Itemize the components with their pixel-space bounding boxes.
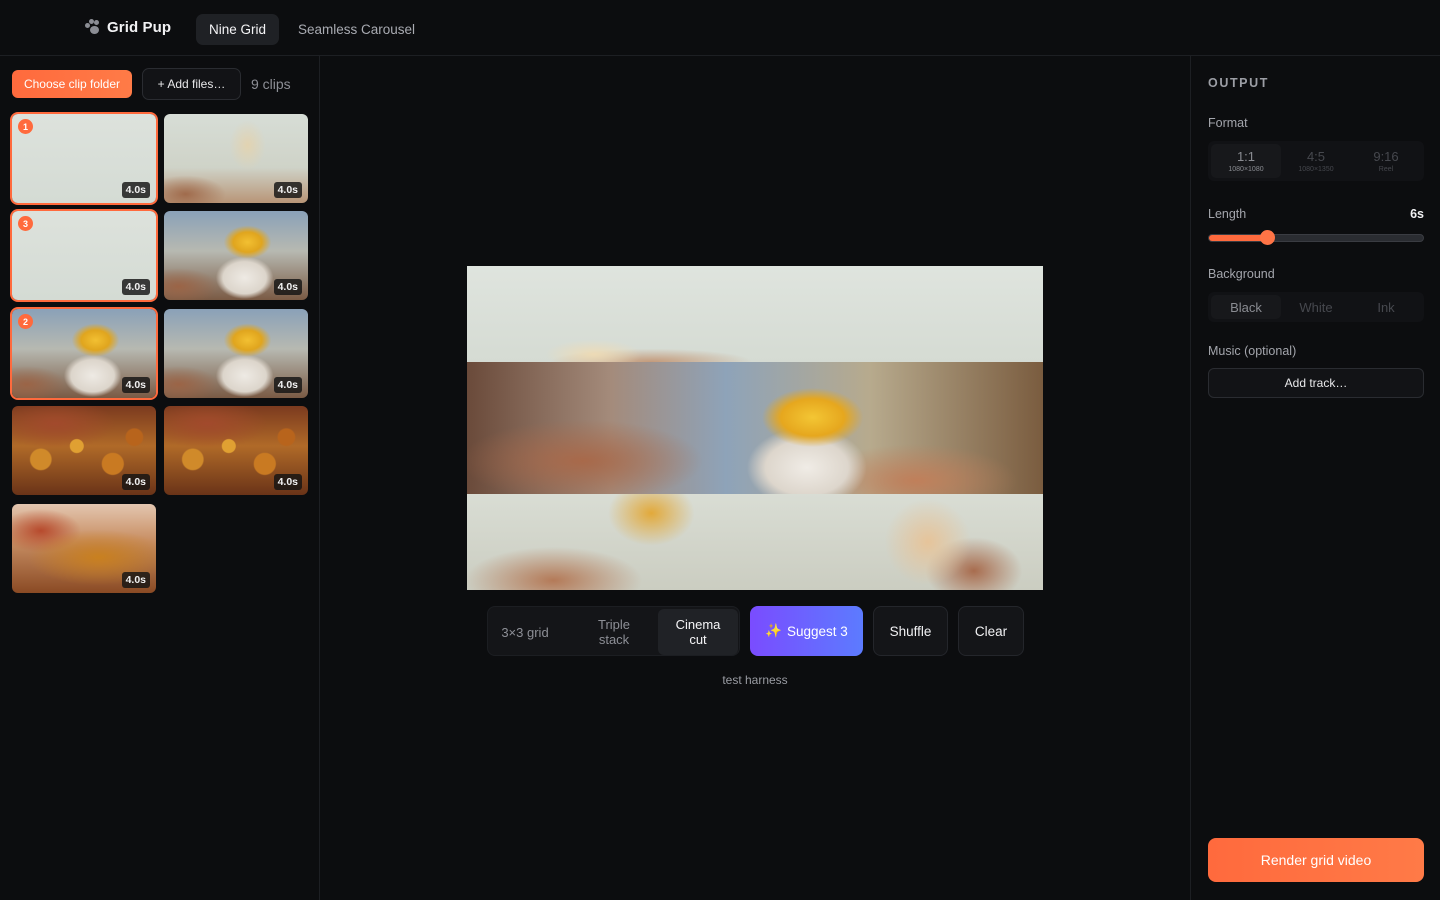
format-option-label: 9:16 (1373, 149, 1399, 164)
render-grid-video-button[interactable]: Render grid video (1208, 838, 1424, 882)
clip-order-badge: 3 (18, 216, 33, 231)
layout-3x3-grid[interactable]: 3×3 grid (490, 609, 560, 655)
clip-thumbnail[interactable]: 4.0s (164, 114, 308, 203)
brand: Grid Pup (84, 18, 171, 36)
clear-button[interactable]: Clear (958, 606, 1024, 656)
length-slider[interactable] (1208, 230, 1424, 245)
format-label: Format (1208, 116, 1248, 130)
clip-count: 9 clips (251, 76, 291, 92)
length-value: 6s (1410, 207, 1424, 221)
length-slider-thumb[interactable] (1259, 230, 1275, 245)
format-option-label: 1:1 (1236, 149, 1256, 164)
shuffle-button[interactable]: Shuffle (873, 606, 948, 656)
clip-order-badge: 2 (18, 314, 33, 329)
length-label: Length (1208, 207, 1247, 221)
preview-strip-top (467, 266, 1043, 362)
add-track-button[interactable]: Add track… (1208, 368, 1424, 398)
format-option-size: 1080×1080 (1228, 166, 1264, 173)
output-panel: OUTPUT Format 1:1 1080×1080 4:5 1080×135… (1190, 56, 1440, 900)
layout-cinema-cut[interactable]: Cinema cut (658, 609, 738, 655)
status-text: test harness (722, 673, 788, 687)
tab-nine-grid[interactable]: Nine Grid (196, 14, 280, 45)
clip-duration: 4.0s (273, 377, 302, 393)
format-option-size: 1080×1350 (1298, 166, 1334, 173)
clip-thumbnail[interactable]: 2 4.0s (12, 309, 156, 398)
clip-duration: 4.0s (121, 182, 150, 198)
clip-duration: 4.0s (121, 279, 150, 295)
clip-duration: 4.0s (121, 474, 150, 490)
clip-duration: 4.0s (273, 182, 302, 198)
music-label: Music (optional) (1208, 344, 1297, 358)
clip-thumbnail[interactable]: 4.0s (164, 211, 308, 300)
clip-library: Choose clip folder + Add files… 9 clips … (0, 56, 320, 900)
choose-clip-folder-button[interactable]: Choose clip folder (12, 70, 132, 98)
background-option-label: Black (1230, 299, 1262, 315)
clip-duration: 4.0s (273, 474, 302, 490)
background-selector: Black White Ink (1208, 292, 1424, 322)
clip-thumbnail[interactable]: 4.0s (164, 309, 308, 398)
brand-title: Grid Pup (107, 18, 172, 36)
sparkles-icon: ✨ (765, 623, 782, 638)
clip-duration: 4.0s (121, 572, 150, 588)
background-option-white[interactable]: White (1281, 295, 1351, 319)
clip-thumbnail[interactable]: 4.0s (164, 406, 308, 495)
output-title: OUTPUT (1208, 76, 1269, 90)
preview-strip-middle (467, 362, 1043, 494)
format-option-4-5[interactable]: 4:5 1080×1350 (1281, 144, 1351, 178)
background-option-label: White (1299, 299, 1333, 315)
clip-thumbnail[interactable]: 3 4.0s (12, 211, 156, 300)
background-option-black[interactable]: Black (1211, 295, 1281, 319)
suggest-label: Suggest 3 (787, 623, 848, 639)
clip-thumbnail[interactable]: 4.0s (12, 504, 156, 593)
clip-duration: 4.0s (273, 279, 302, 295)
background-option-ink[interactable]: Ink (1351, 295, 1421, 319)
tab-seamless-carousel[interactable]: Seamless Carousel (285, 14, 428, 45)
format-option-size: Reel (1378, 166, 1394, 173)
clip-thumbnail[interactable]: 4.0s (12, 406, 156, 495)
format-selector: 1:1 1080×1080 4:5 1080×1350 9:16 Reel (1208, 141, 1424, 181)
app-header: Grid Pup Nine Grid Seamless Carousel (0, 0, 1440, 56)
paw-icon (84, 18, 102, 36)
preview-strip-bottom (467, 494, 1043, 590)
background-option-label: Ink (1377, 299, 1395, 315)
add-files-button[interactable]: + Add files… (142, 68, 241, 100)
clip-duration: 4.0s (121, 377, 150, 393)
suggest-button[interactable]: ✨ Suggest 3 (750, 606, 863, 656)
clip-order-badge: 1 (18, 119, 33, 134)
format-option-1-1[interactable]: 1:1 1080×1080 (1211, 144, 1281, 178)
length-slider-fill (1209, 235, 1267, 241)
format-option-9-16[interactable]: 9:16 Reel (1351, 144, 1421, 178)
format-option-label: 4:5 (1306, 149, 1326, 164)
video-preview (467, 266, 1043, 590)
layout-selector: 3×3 grid Triple stack Cinema cut (487, 606, 740, 656)
background-label: Background (1208, 267, 1275, 281)
layout-triple-stack[interactable]: Triple stack (574, 609, 654, 655)
clip-thumbnail[interactable]: 1 4.0s (12, 114, 156, 203)
